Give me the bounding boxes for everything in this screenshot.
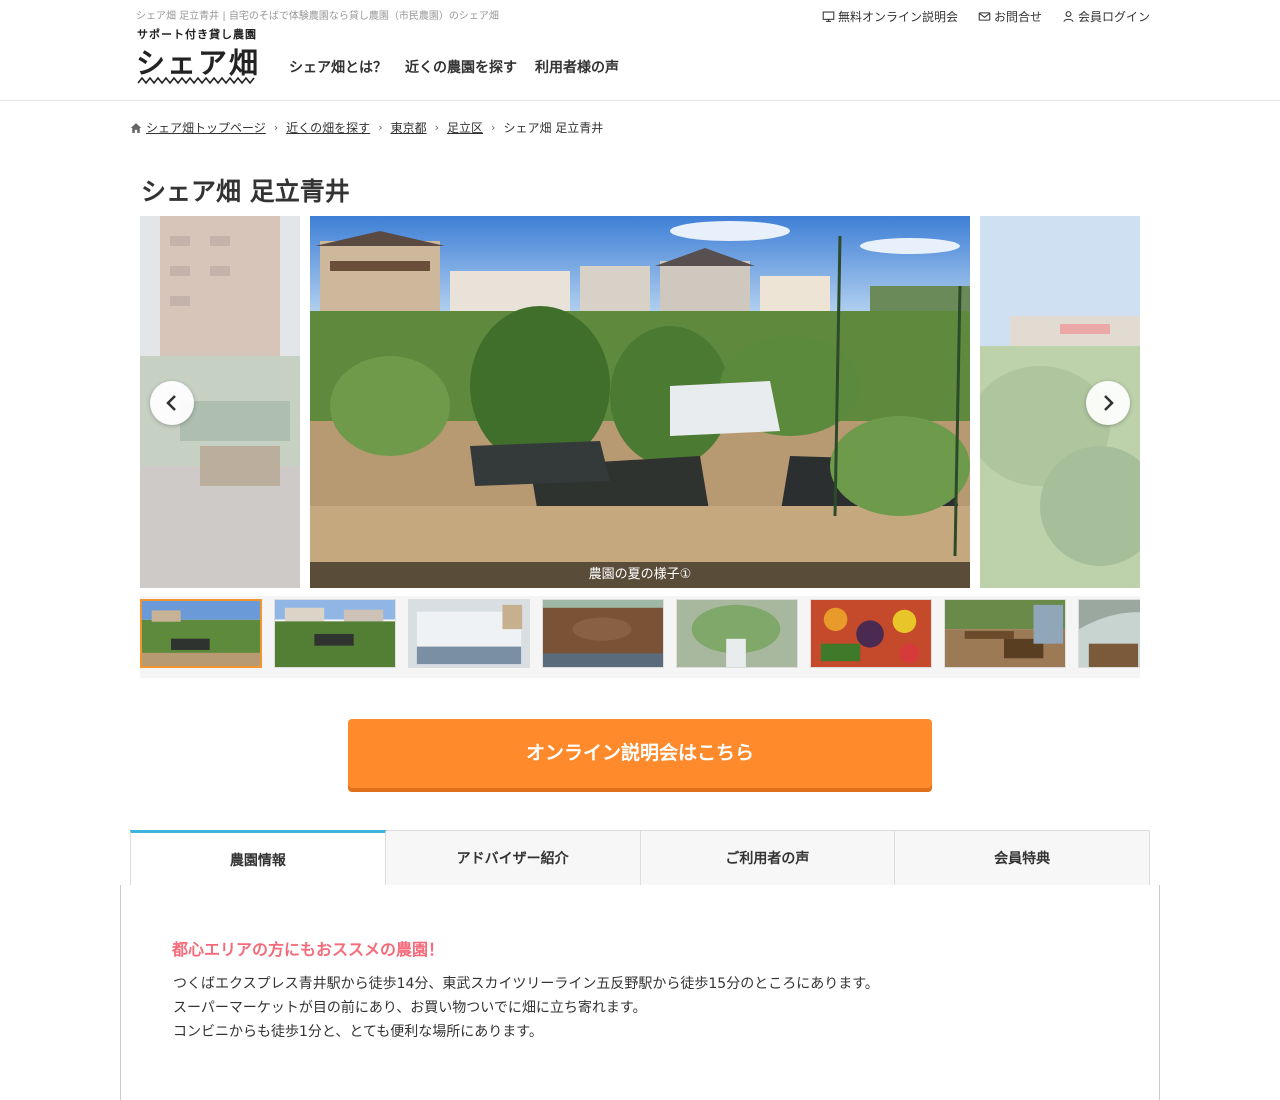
tab-member-benefits[interactable]: 会員特典	[895, 830, 1150, 886]
util-online-seminar[interactable]: 無料オンライン説明会	[822, 8, 958, 25]
page-title: シェア畑 足立青井	[141, 177, 350, 206]
chevron-right-icon	[1104, 395, 1114, 411]
mail-icon	[978, 12, 991, 21]
farm-info-heading: 都心エリアの方にもおススメの農園！	[172, 940, 445, 959]
thumbnail-2[interactable]	[274, 599, 396, 668]
nav-find-farm[interactable]: 近くの農園を探す	[405, 57, 517, 77]
farm-info-line: スーパーマーケットが目の前にあり、お買い物ついでに畑に立ち寄れます。	[173, 1000, 647, 1016]
slide-caption: 農園の夏の様子①	[310, 562, 970, 588]
online-seminar-cta-button[interactable]: オンライン説明会はこちら	[348, 719, 932, 788]
utility-links: 無料オンライン説明会 お問合せ 会員ログイン	[822, 8, 1150, 25]
slider-prev-button[interactable]	[150, 381, 194, 425]
chevron-right-icon: ›	[434, 121, 440, 134]
farm-info-line: つくばエクスプレス青井駅から徒歩14分、東武スカイツリーライン五反野駅から徒歩1…	[173, 976, 879, 992]
breadcrumb-tokyo[interactable]: 東京都	[391, 119, 427, 136]
user-icon	[1063, 11, 1074, 22]
chevron-right-icon: ›	[273, 121, 279, 134]
util-contact[interactable]: お問合せ	[978, 8, 1042, 25]
util-online-seminar-label: 無料オンライン説明会	[837, 10, 958, 24]
breadcrumb-current: シェア畑 足立青井	[503, 121, 604, 135]
tab-user-voices[interactable]: ご利用者の声	[640, 830, 896, 886]
chevron-right-icon: ›	[491, 121, 496, 134]
site-logo[interactable]: サポート付き貸し農園 シェア畑	[136, 26, 258, 86]
slide-current-photo[interactable]	[310, 216, 970, 588]
thumbnail-3[interactable]	[408, 599, 530, 668]
farm-info-body: つくばエクスプレス青井駅から徒歩14分、東武スカイツリーライン五反野駅から徒歩1…	[173, 972, 879, 1044]
breadcrumb-find[interactable]: 近くの畑を探す	[286, 119, 370, 136]
thumbnail-1[interactable]	[140, 599, 262, 668]
tab-advisor[interactable]: アドバイザー紹介	[385, 830, 641, 886]
thumbnail-6[interactable]	[810, 599, 932, 668]
global-nav: シェア畑とは？ 近くの農園を探す 利用者様の声	[289, 57, 619, 77]
thumbnail-8[interactable]	[1078, 599, 1140, 668]
thumbnail-4[interactable]	[542, 599, 664, 668]
util-contact-label: お問合せ	[993, 10, 1042, 24]
chevron-right-icon: ›	[378, 121, 383, 134]
info-tabs: 農園情報 アドバイザー紹介 ご利用者の声 会員特典	[130, 830, 1150, 886]
nav-about[interactable]: シェア畑とは？	[289, 57, 387, 77]
home-icon	[130, 122, 142, 133]
thumbnail-5[interactable]	[676, 599, 798, 668]
util-login-label: 会員ログイン	[1077, 10, 1150, 24]
farm-info-panel: 都心エリアの方にもおススメの農園！ つくばエクスプレス青井駅から徒歩14分、東武…	[120, 885, 1160, 1100]
tab-farm-info[interactable]: 農園情報	[130, 830, 386, 886]
thumbnail-strip	[140, 596, 1140, 678]
photo-slider: 農園の夏の様子①	[140, 216, 1140, 588]
breadcrumb-adachi[interactable]: 足立区	[447, 119, 483, 136]
thumbnail-7[interactable]	[944, 599, 1066, 668]
util-login[interactable]: 会員ログイン	[1062, 8, 1150, 25]
nav-voices[interactable]: 利用者様の声	[535, 57, 619, 77]
chevron-left-icon	[166, 395, 176, 411]
logo-wave-decoration	[137, 76, 255, 85]
breadcrumb: シェア畑トップページ › 近くの畑を探す › 東京都 › 足立区 › シェア畑 …	[130, 119, 603, 136]
slider-next-button[interactable]	[1086, 381, 1130, 425]
header-tagline: シェア畑 足立青井 | 自宅のそばで体験農園なら貸し農園（市民農園）のシェア畑	[136, 11, 499, 22]
breadcrumb-top[interactable]: シェア畑トップページ	[146, 119, 266, 136]
monitor-icon	[822, 11, 835, 22]
site-header: シェア畑 足立青井 | 自宅のそばで体験農園なら貸し農園（市民農園）のシェア畑 …	[0, 0, 1280, 101]
farm-info-line: コンビニからも徒歩1分と、とても便利な場所にあります。	[173, 1024, 543, 1040]
